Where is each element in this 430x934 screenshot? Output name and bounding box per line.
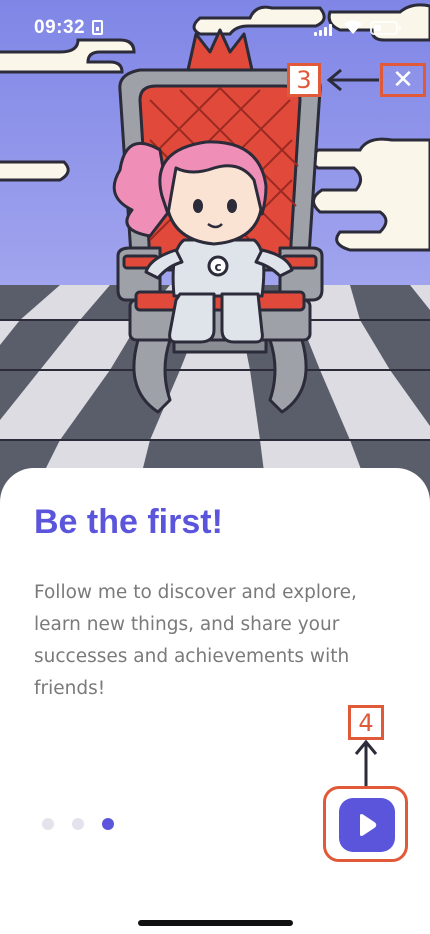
next-button[interactable]	[339, 798, 395, 852]
page-title: Be the first!	[34, 503, 223, 541]
wifi-icon	[344, 20, 362, 34]
svg-text:c: c	[214, 260, 221, 274]
page-indicator	[42, 818, 114, 830]
play-icon	[360, 814, 377, 836]
annotation-marker-close: 3	[287, 63, 321, 97]
onboarding-screen: c 09:32 ✕ 3 Be the first! Follow me to d…	[0, 0, 430, 934]
close-icon: ✕	[392, 65, 414, 95]
page-dot-2	[72, 818, 84, 830]
battery-icon	[370, 21, 401, 35]
page-description: Follow me to discover and explore, learn…	[34, 582, 357, 699]
home-indicator	[138, 920, 293, 926]
status-bar: 09:32	[0, 0, 430, 56]
page-dot-3-active	[102, 818, 114, 830]
close-button[interactable]: ✕	[380, 63, 426, 97]
next-button-highlight	[323, 786, 408, 862]
signal-icon	[314, 24, 334, 36]
annotation-arrow-next	[354, 739, 378, 786]
page-dot-1	[42, 818, 54, 830]
status-time: 09:32	[34, 17, 86, 38]
sim-card-icon	[92, 20, 103, 35]
annotation-arrow-close	[326, 68, 379, 92]
annotation-marker-next: 4	[348, 705, 384, 740]
